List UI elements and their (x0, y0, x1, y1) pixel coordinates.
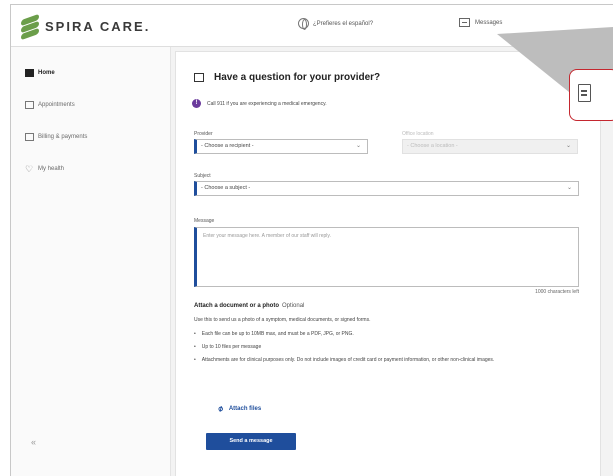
callout-pointer (497, 27, 613, 92)
messages-callout (569, 69, 613, 121)
message-icon (578, 84, 591, 102)
